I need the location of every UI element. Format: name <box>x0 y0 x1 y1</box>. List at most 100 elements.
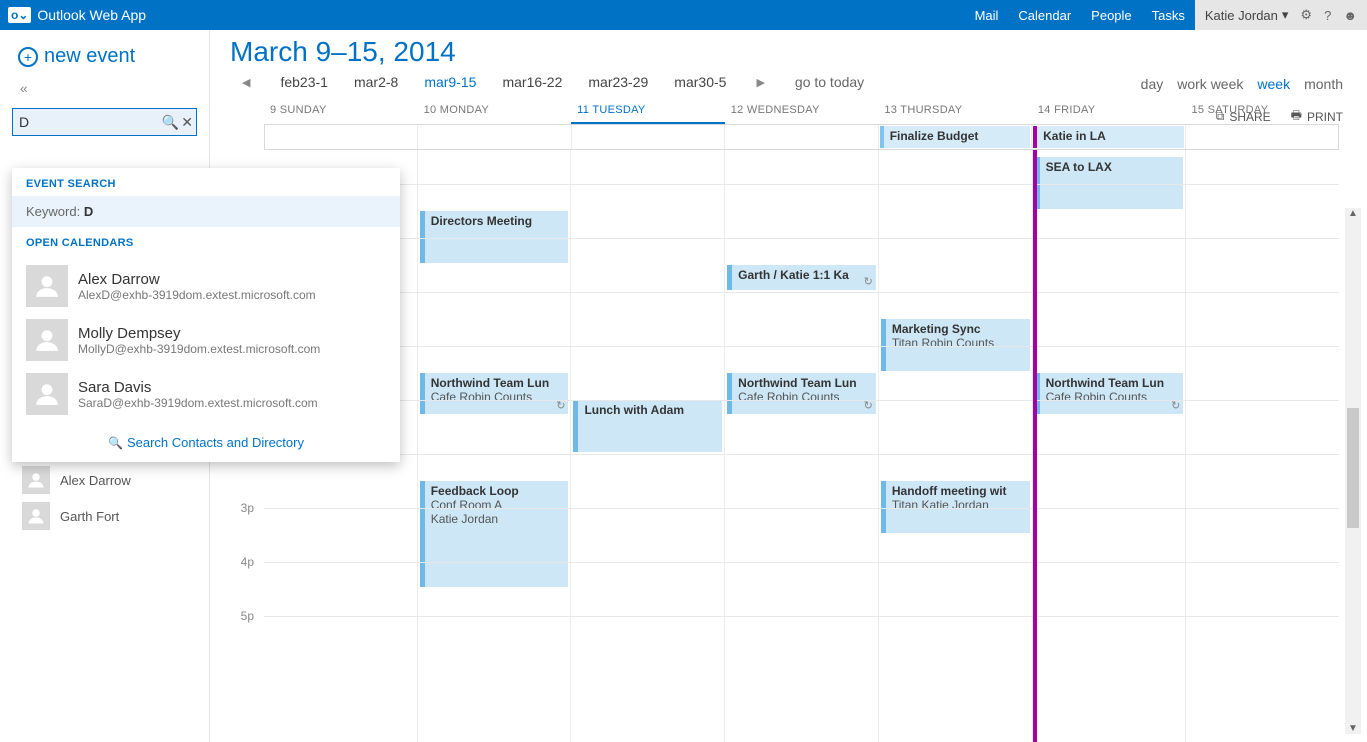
recurring-icon: ↻ <box>1171 399 1180 412</box>
recurring-icon: ↻ <box>864 275 873 288</box>
allday-event[interactable]: Katie in LA <box>1033 126 1183 148</box>
nav-calendar[interactable]: Calendar <box>1008 0 1081 30</box>
person-email: AlexD@exhb-3919dom.extest.microsoft.com <box>78 288 316 302</box>
calendar-event[interactable]: Handoff meeting witTitan Katie Jordan <box>881 481 1030 533</box>
day-header[interactable]: 10 MONDAY <box>418 100 572 124</box>
caret-down-icon: ▾ <box>1282 7 1289 23</box>
weeks-prev[interactable]: ◀ <box>238 76 254 89</box>
allday-cell[interactable]: Katie in LA <box>1032 125 1185 149</box>
day-header[interactable]: 9 SUNDAY <box>264 100 418 124</box>
person-email: MollyD@exhb-3919dom.extest.microsoft.com <box>78 342 320 356</box>
week-option[interactable]: mar2-8 <box>354 74 398 90</box>
view-week[interactable]: week <box>1257 76 1290 92</box>
keyword-prefix: Keyword: <box>26 204 84 219</box>
share-icon: ⧉ <box>1216 109 1225 124</box>
new-event-button[interactable]: + new event <box>0 45 209 76</box>
week-option[interactable]: feb23-1 <box>280 74 327 90</box>
day-header[interactable]: 14 FRIDAY <box>1032 100 1186 124</box>
other-calendar-item[interactable]: Alex Darrow <box>0 462 209 498</box>
allday-cell[interactable] <box>418 125 571 149</box>
help-icon[interactable]: ? <box>1324 8 1331 23</box>
profile-icon[interactable]: ☻ <box>1343 8 1357 23</box>
calendar-event[interactable]: Feedback LoopConf Room AKatie Jordan <box>420 481 569 587</box>
user-area: Katie Jordan ▾ ⚙ ? ☻ <box>1195 0 1367 30</box>
calendar-owner-name: Garth Fort <box>60 509 119 524</box>
search-icon[interactable]: 🔍 <box>162 114 179 131</box>
outlook-logo-icon: o⌄ <box>8 7 31 23</box>
hour-label: 3p <box>210 501 264 555</box>
allday-cell[interactable]: Finalize Budget <box>879 125 1032 149</box>
primary-nav: MailCalendarPeopleTasks <box>965 0 1195 30</box>
scroll-up-icon[interactable]: ▲ <box>1345 208 1361 219</box>
user-menu[interactable]: Katie Jordan ▾ <box>1205 7 1289 23</box>
recurring-icon: ↻ <box>556 399 565 412</box>
calendar-event[interactable]: Northwind Team LunCafe Robin Counts↻ <box>1035 373 1184 414</box>
weeks-next[interactable]: ▶ <box>752 76 768 89</box>
search-suggestion-popup: EVENT SEARCH Keyword: D OPEN CALENDARS A… <box>12 168 400 462</box>
week-option[interactable]: mar16-22 <box>502 74 562 90</box>
person-name: Molly Dempsey <box>78 325 320 342</box>
allday-cell[interactable] <box>265 125 418 149</box>
avatar <box>26 373 68 415</box>
person-name: Alex Darrow <box>78 271 316 288</box>
calendar-event[interactable]: Northwind Team LunCafe Robin Counts↻ <box>420 373 569 414</box>
settings-icon[interactable]: ⚙ <box>1300 7 1312 23</box>
allday-cell[interactable] <box>572 125 725 149</box>
scroll-thumb[interactable] <box>1347 408 1359 528</box>
calendar-search: 🔍 ✕ <box>12 108 197 136</box>
calendar-event[interactable]: Lunch with Adam <box>573 400 722 452</box>
print-button[interactable]: 🖶PRINT <box>1291 106 1343 127</box>
person-name: Sara Davis <box>78 379 318 396</box>
all-day-row: Finalize BudgetKatie in LA <box>264 124 1339 150</box>
date-range-title: March 9–15, 2014 <box>230 36 1367 68</box>
go-to-today[interactable]: go to today <box>795 74 864 90</box>
keyword-value: D <box>84 204 93 219</box>
recurring-icon: ↻ <box>864 399 873 412</box>
nav-mail[interactable]: Mail <box>965 0 1009 30</box>
calendar-event[interactable]: Garth / Katie 1:1 Ka↻ <box>727 265 876 290</box>
week-option[interactable]: mar9-15 <box>424 74 476 90</box>
day-header-row: 9 SUNDAY10 MONDAY11 TUESDAY12 WEDNESDAY1… <box>264 100 1339 124</box>
allday-cell[interactable] <box>725 125 878 149</box>
person-suggestion[interactable]: Alex Darrow AlexD@exhb-3919dom.extest.mi… <box>12 259 400 313</box>
allday-cell[interactable] <box>1186 125 1338 149</box>
avatar <box>26 319 68 361</box>
avatar <box>22 502 50 530</box>
event-search-header: EVENT SEARCH <box>12 168 400 196</box>
sidebar: + new event « 🔍 ✕ EVENT SEARCH Keyword: … <box>0 30 210 742</box>
person-suggestion[interactable]: Sara Davis SaraD@exhb-3919dom.extest.mic… <box>12 367 400 421</box>
day-header[interactable]: 13 THURSDAY <box>878 100 1032 124</box>
sidebar-collapse-button[interactable]: « <box>0 76 209 100</box>
allday-event[interactable]: Finalize Budget <box>880 126 1030 148</box>
week-option[interactable]: mar23-29 <box>588 74 648 90</box>
nav-people[interactable]: People <box>1081 0 1141 30</box>
plus-icon: + <box>18 47 38 67</box>
nav-tasks[interactable]: Tasks <box>1142 0 1195 30</box>
print-icon: 🖶 <box>1291 106 1302 127</box>
view-month[interactable]: month <box>1304 76 1343 92</box>
avatar <box>22 466 50 494</box>
scroll-down-icon[interactable]: ▼ <box>1345 723 1361 734</box>
search-directory-link[interactable]: Search Contacts and Directory <box>12 425 400 462</box>
day-header[interactable]: 12 WEDNESDAY <box>725 100 879 124</box>
app-logo: o⌄ Outlook Web App <box>0 7 154 23</box>
global-header: o⌄ Outlook Web App MailCalendarPeopleTas… <box>0 0 1367 30</box>
share-button[interactable]: ⧉SHARE <box>1216 106 1271 127</box>
week-option[interactable]: mar30-5 <box>674 74 726 90</box>
person-email: SaraD@exhb-3919dom.extest.microsoft.com <box>78 396 318 410</box>
hour-label: 5p <box>210 609 264 663</box>
person-suggestion[interactable]: Molly Dempsey MollyD@exhb-3919dom.extest… <box>12 313 400 367</box>
open-calendars-header: OPEN CALENDARS <box>12 227 400 255</box>
other-calendar-item[interactable]: Garth Fort <box>0 498 209 534</box>
calendar-event[interactable]: SEA to LAX <box>1035 157 1184 209</box>
clear-search-icon[interactable]: ✕ <box>181 114 193 131</box>
calendar-event[interactable]: Marketing SyncTitan Robin Counts <box>881 319 1030 371</box>
view-switcher: day work week week month <box>1141 76 1343 92</box>
calendar-event[interactable]: Directors Meeting <box>420 211 569 263</box>
view-day[interactable]: day <box>1141 76 1164 92</box>
calendar-event[interactable]: Northwind Team LunCafe Robin Counts↻ <box>727 373 876 414</box>
day-header[interactable]: 11 TUESDAY <box>571 100 725 125</box>
view-work-week[interactable]: work week <box>1177 76 1243 92</box>
vertical-scrollbar[interactable]: ▲ ▼ <box>1345 208 1361 734</box>
keyword-suggestion[interactable]: Keyword: D <box>12 196 400 227</box>
